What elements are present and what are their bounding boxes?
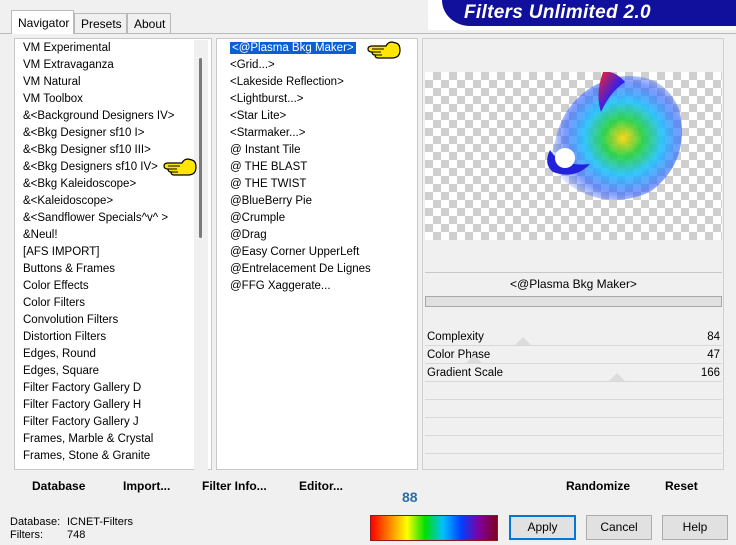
randomize-button[interactable]: Randomize	[566, 479, 630, 493]
category-list-item[interactable]: Color Effects	[21, 278, 211, 295]
slider-track[interactable]	[425, 381, 722, 382]
tab-presets[interactable]: Presets	[74, 13, 127, 33]
param-gradient-scale[interactable]: Gradient Scale 166	[425, 364, 722, 382]
param-label: Complexity	[427, 331, 484, 343]
param-value: 84	[707, 331, 720, 343]
pointing-hand-icon	[367, 41, 401, 59]
filter-list-item-label: @Entrelacement De Lignes	[230, 263, 371, 275]
filter-list-item[interactable]: <Star Lite>	[228, 108, 417, 125]
preview-image	[425, 72, 722, 240]
category-list-item[interactable]: Distortion Filters	[21, 329, 211, 346]
tab-divider	[0, 33, 736, 34]
filter-list-item-label: <Starmaker...>	[230, 127, 306, 139]
category-list-item[interactable]: Convolution Filters	[21, 312, 211, 329]
help-button[interactable]: Help	[662, 515, 728, 540]
filter-list-item-label: @Easy Corner UpperLeft	[230, 246, 360, 258]
editor-button[interactable]: Editor...	[299, 479, 343, 493]
slider-track-empty	[425, 399, 722, 400]
category-list-item[interactable]: Frames, Marble & Crystal	[21, 431, 211, 448]
import-button[interactable]: Import...	[123, 479, 170, 493]
status-database-value: ICNET-Filters	[67, 516, 133, 528]
filter-list-item-label: <Star Lite>	[230, 110, 287, 122]
filter-list-item-label: <@Plasma Bkg Maker>	[229, 41, 357, 55]
category-list-item[interactable]: Color Filters	[21, 295, 211, 312]
filter-list-item[interactable]: @Entrelacement De Lignes	[228, 261, 417, 278]
reset-button[interactable]: Reset	[665, 479, 698, 493]
current-filter-name: <@Plasma Bkg Maker>	[510, 277, 637, 291]
category-list-item[interactable]: VM Natural	[21, 74, 211, 91]
filter-list-item-label: @BlueBerry Pie	[230, 195, 312, 207]
filter-info-button[interactable]: Filter Info...	[202, 479, 267, 493]
tab-navigator[interactable]: Navigator	[11, 10, 74, 34]
tab-about[interactable]: About	[127, 13, 171, 33]
status-database-label: Database:	[10, 516, 61, 528]
slider-thumb[interactable]	[466, 355, 482, 363]
filter-list-item-label: <Grid...>	[230, 59, 275, 71]
filter-list-item[interactable]: <Lakeside Reflection>	[228, 74, 417, 91]
filter-list-item[interactable]: @Crumple	[228, 210, 417, 227]
filter-list-item[interactable]: <Lightburst...>	[228, 91, 417, 108]
filter-list-item-label: @ Instant Tile	[230, 144, 301, 156]
database-button[interactable]: Database	[32, 479, 85, 493]
cancel-button[interactable]: Cancel	[586, 515, 652, 540]
category-list-item[interactable]: Edges, Square	[21, 363, 211, 380]
banner-title: Filters Unlimited 2.0	[464, 2, 651, 23]
filter-list-item-label: <Lakeside Reflection>	[230, 76, 344, 88]
filter-list-item[interactable]: @ THE BLAST	[228, 159, 417, 176]
category-list[interactable]: VM Experimental VM Extravaganza VM Natural…	[14, 38, 212, 470]
title-banner: Filters Unlimited 2.0	[428, 0, 736, 30]
progress-bar	[425, 296, 722, 307]
category-list-item[interactable]: &<Kaleidoscope>	[21, 193, 211, 210]
param-label: Gradient Scale	[427, 367, 504, 379]
slider-track-empty	[425, 453, 722, 454]
filter-list-item-label: @ THE BLAST	[230, 161, 308, 173]
filter-list-item[interactable]: @Drag	[228, 227, 417, 244]
color-gradient-swatch[interactable]	[370, 515, 498, 541]
category-list-item[interactable]: &Neul!	[21, 227, 211, 244]
filter-list-item[interactable]: @BlueBerry Pie	[228, 193, 417, 210]
scrollbar-thumb[interactable]	[199, 58, 202, 238]
category-list-item[interactable]: &<Background Designers IV>	[21, 108, 211, 125]
filter-list-item-label: @Crumple	[230, 212, 286, 224]
filter-list-item-label: @Drag	[230, 229, 267, 241]
category-list-item[interactable]: Edges, Round	[21, 346, 211, 363]
filter-list-item-label: <Lightburst...>	[230, 93, 304, 105]
filter-list-item-label: @FFG Xaggerate...	[230, 280, 331, 292]
category-list-item[interactable]: [AFS IMPORT]	[21, 244, 211, 261]
category-list-item[interactable]: Filter Factory Gallery H	[21, 397, 211, 414]
category-list-item[interactable]: VM Extravaganza	[21, 57, 211, 74]
category-list-item[interactable]: VM Experimental	[21, 40, 211, 57]
slider-track-empty	[425, 435, 722, 436]
category-list-item[interactable]: &<Sandflower Specials^v^ >	[21, 210, 211, 227]
slider-thumb[interactable]	[609, 373, 625, 381]
status-filters-value: 748	[67, 529, 86, 541]
category-list-item[interactable]: VM Toolbox	[21, 91, 211, 108]
filter-list-item[interactable]: @FFG Xaggerate...	[228, 278, 417, 295]
pointing-hand-icon	[163, 158, 197, 176]
status-filters-label: Filters:	[10, 529, 43, 541]
param-value: 47	[707, 349, 720, 361]
slider-track-empty	[425, 417, 722, 418]
filter-list-item[interactable]: <Starmaker...>	[228, 125, 417, 142]
param-value: 166	[700, 367, 720, 379]
category-list-item[interactable]: Buttons & Frames	[21, 261, 211, 278]
divider	[425, 272, 722, 273]
category-list-item[interactable]: &<Bkg Designer sf10 I>	[21, 125, 211, 142]
category-scrollbar[interactable]	[194, 40, 208, 470]
category-list-item[interactable]: Filter Factory Gallery J	[21, 414, 211, 431]
category-list-item[interactable]: Filter Factory Gallery D	[21, 380, 211, 397]
filter-list-item[interactable]: @ Instant Tile	[228, 142, 417, 159]
filter-list-item-label: @ THE TWIST	[230, 178, 307, 190]
slider-thumb[interactable]	[515, 337, 531, 345]
apply-button[interactable]: Apply	[509, 515, 576, 540]
filter-list[interactable]: <@Plasma Bkg Maker> <Grid...> <Lakeside Re…	[216, 38, 418, 470]
filter-list-item[interactable]: @ THE TWIST	[228, 176, 417, 193]
category-list-item[interactable]: Frames, Stone & Granite	[21, 448, 211, 465]
filter-list-item[interactable]: @Easy Corner UpperLeft	[228, 244, 417, 261]
zoom-value: 88	[402, 489, 418, 505]
param-complexity[interactable]: Complexity 84	[425, 328, 722, 346]
